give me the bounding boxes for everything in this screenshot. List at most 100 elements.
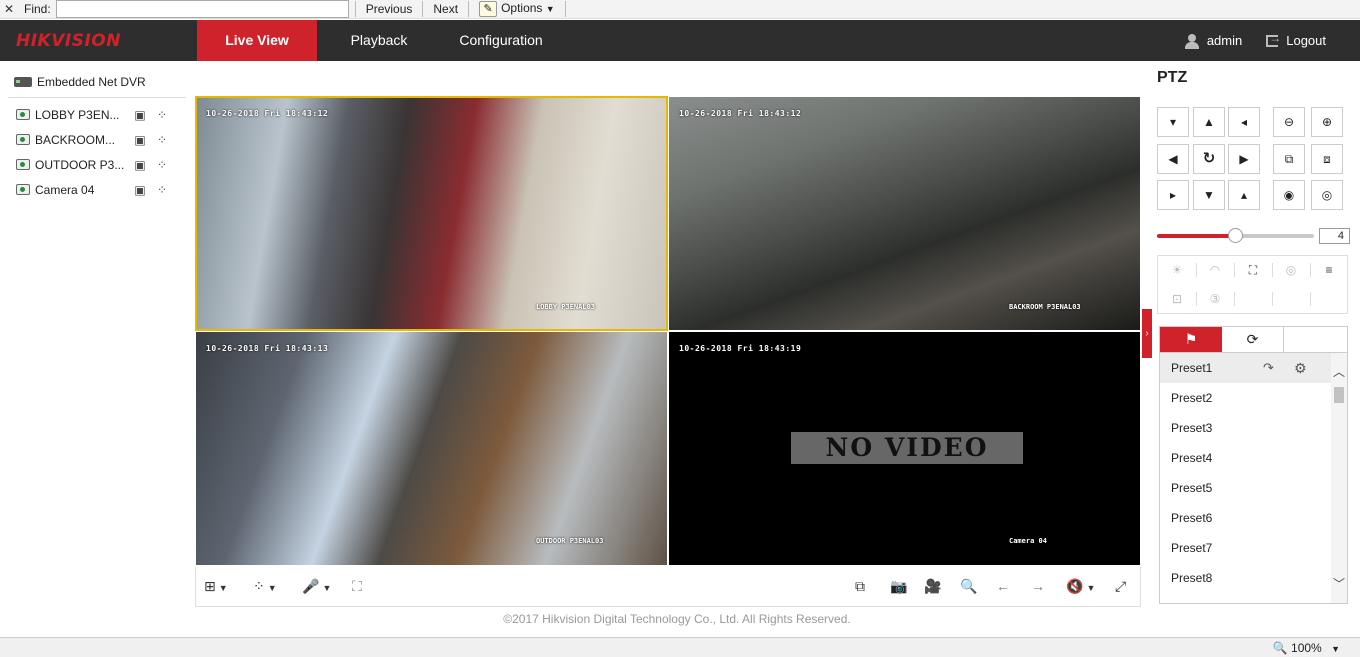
- pan-down-right-button[interactable]: ▴: [1228, 180, 1260, 210]
- ptz-icon[interactable]: ⁘: [155, 133, 169, 147]
- record-icon[interactable]: ▣: [133, 158, 147, 172]
- manual-track-icon[interactable]: ⊡: [1158, 285, 1196, 313]
- collapse-panel-button[interactable]: ›: [1142, 309, 1152, 358]
- divider: [1310, 292, 1311, 306]
- close-find-icon[interactable]: ✕: [0, 2, 18, 16]
- camera-item[interactable]: BACKROOM... ▣ ⁘: [0, 127, 186, 152]
- zoom-in-icon[interactable]: ⊕: [1311, 107, 1343, 137]
- record-icon[interactable]: ▣: [133, 133, 147, 147]
- preset-item[interactable]: Preset3: [1160, 413, 1332, 443]
- camera-item[interactable]: Camera 04 ▣ ⁘: [0, 177, 186, 202]
- zoom-control[interactable]: 🔍 100% ▼: [1273, 641, 1340, 655]
- call-preset-icon[interactable]: ↷: [1263, 353, 1274, 383]
- snapshot-icon[interactable]: 📷: [890, 577, 907, 595]
- wiper-icon[interactable]: ◠: [1196, 256, 1234, 284]
- find-input[interactable]: [55, 0, 349, 18]
- top-navigation: HIKVISION Live View Playback Configurati…: [0, 20, 1360, 61]
- preset-list: Preset1 ↷ ⚙ Preset2 Preset3 Preset4 Pres…: [1159, 352, 1348, 604]
- pan-right-button[interactable]: ▶: [1228, 144, 1260, 174]
- next-page-icon[interactable]: →: [1031, 577, 1045, 595]
- ptz-icon[interactable]: ⁘: [155, 108, 169, 122]
- tab-playback[interactable]: Playback: [330, 20, 428, 61]
- layout-icon[interactable]: ⊞ ▼: [204, 577, 228, 595]
- prev-page-icon[interactable]: ←: [996, 577, 1010, 595]
- gear-icon[interactable]: ⚙: [1294, 353, 1307, 383]
- record-icon[interactable]: 🎥: [924, 577, 941, 595]
- ptz-speed-slider[interactable]: [1157, 228, 1314, 244]
- preset-item[interactable]: Preset1 ↷ ⚙: [1160, 353, 1332, 383]
- tab-pattern[interactable]: [1284, 327, 1347, 352]
- tile-camera-label: Camera 04: [1009, 537, 1047, 545]
- scrollbar-thumb[interactable]: [1334, 387, 1344, 403]
- device-name: Embedded Net DVR: [37, 75, 146, 89]
- tab-live-view[interactable]: Live View: [197, 20, 317, 61]
- previous-button[interactable]: Previous: [362, 2, 417, 16]
- tile-camera-label: OUTDOOR P3ENAL03: [536, 537, 604, 545]
- next-button[interactable]: Next: [429, 2, 462, 16]
- menu-icon[interactable]: ≡: [1310, 256, 1348, 284]
- camera-name: BACKROOM...: [35, 132, 116, 147]
- pan-left-button[interactable]: ◀: [1157, 144, 1189, 174]
- slider-handle[interactable]: [1228, 228, 1243, 243]
- zoom-level: 100%: [1291, 641, 1322, 655]
- device-node[interactable]: Embedded Net DVR: [0, 70, 186, 94]
- brand-logo: HIKVISION: [16, 31, 121, 51]
- preset-item[interactable]: Preset5: [1160, 473, 1332, 503]
- microphone-icon[interactable]: 🎤 ▼: [302, 577, 331, 595]
- preset-item[interactable]: Preset2: [1160, 383, 1332, 413]
- auto-scan-button[interactable]: ↻: [1193, 144, 1225, 174]
- video-tile-lobby[interactable]: 10-26-2018 Fri 18:43:12 LOBBY P3ENAL03: [195, 96, 668, 331]
- ptz-aux-functions: ☀ ◠ ⛶ ◎ ≡ ⊡ ③: [1157, 255, 1348, 314]
- fullscreen-grid-icon[interactable]: ⛶: [352, 577, 362, 595]
- copyright-text: ©2017 Hikvision Digital Technology Co., …: [503, 612, 851, 626]
- ptz-icon[interactable]: ⁘ ▼: [253, 577, 277, 595]
- 3d-zoom-icon[interactable]: ③: [1196, 285, 1234, 313]
- tab-patrol[interactable]: ⟳: [1222, 327, 1284, 352]
- ptz-icon[interactable]: ⁘: [155, 158, 169, 172]
- pan-up-button[interactable]: ▲: [1193, 107, 1225, 137]
- find-bar: ✕ Find: Previous Next ✎ Options ▼: [0, 0, 1360, 19]
- preset-scrollbar[interactable]: ︿ ﹀: [1331, 353, 1347, 603]
- flag-icon: ⚑: [1184, 331, 1198, 347]
- user-area: admin Logout: [1184, 20, 1326, 61]
- video-tile-camera-04[interactable]: 10-26-2018 Fri 18:43:19 NO VIDEO Camera …: [669, 332, 1140, 565]
- mute-icon[interactable]: 🔇 ▼: [1066, 577, 1095, 595]
- logout-link[interactable]: Logout: [1286, 33, 1326, 48]
- fullscreen-icon[interactable]: ⤢: [1115, 577, 1126, 595]
- preset-item[interactable]: Preset6: [1160, 503, 1332, 533]
- record-icon[interactable]: ▣: [133, 183, 147, 197]
- video-tile-backroom[interactable]: 10-26-2018 Fri 18:43:12 BACKROOM P3ENAL0…: [669, 97, 1140, 330]
- auto-focus-icon[interactable]: ⛶: [1234, 256, 1272, 284]
- zoom-in-icon[interactable]: 🔍: [960, 577, 977, 595]
- divider: [1234, 292, 1235, 306]
- pan-down-button[interactable]: ▼: [1193, 180, 1225, 210]
- iris-close-icon[interactable]: ◎: [1311, 180, 1343, 210]
- options-button[interactable]: ✎ Options ▼: [475, 1, 559, 17]
- record-icon[interactable]: ▣: [133, 108, 147, 122]
- speed-value: 4: [1319, 228, 1350, 244]
- ptz-icon[interactable]: ⁘: [155, 183, 169, 197]
- focus-far-icon[interactable]: ⧈: [1311, 144, 1343, 174]
- logout-icon[interactable]: [1266, 31, 1281, 47]
- video-tile-outdoor[interactable]: 10-26-2018 Fri 18:43:13 OUTDOOR P3ENAL03: [196, 332, 667, 565]
- camera-item[interactable]: OUTDOOR P3... ▣ ⁘: [0, 152, 186, 177]
- preset-item[interactable]: Preset4: [1160, 443, 1332, 473]
- pan-up-left-button[interactable]: ▾: [1157, 107, 1189, 137]
- lens-init-icon[interactable]: ◎: [1272, 256, 1310, 284]
- camera-name: OUTDOOR P3...: [35, 157, 125, 172]
- light-icon[interactable]: ☀: [1158, 256, 1196, 284]
- chevron-up-icon[interactable]: ︿: [1331, 363, 1347, 380]
- preset-item[interactable]: Preset8: [1160, 563, 1332, 593]
- pan-up-right-button[interactable]: ◂: [1228, 107, 1260, 137]
- tab-configuration[interactable]: Configuration: [444, 20, 558, 61]
- zoom-out-icon[interactable]: ⊖: [1273, 107, 1305, 137]
- capture-all-icon[interactable]: ⧉: [855, 577, 865, 595]
- patrol-icon: ⟳: [1246, 331, 1259, 347]
- iris-open-icon[interactable]: ◉: [1273, 180, 1305, 210]
- focus-near-icon[interactable]: ⧉: [1273, 144, 1305, 174]
- camera-item[interactable]: LOBBY P3EN... ▣ ⁘: [0, 102, 186, 127]
- preset-item[interactable]: Preset7: [1160, 533, 1332, 563]
- pan-down-left-button[interactable]: ▸: [1157, 180, 1189, 210]
- chevron-down-icon[interactable]: ﹀: [1331, 575, 1347, 592]
- tab-presets[interactable]: ⚑: [1160, 327, 1222, 352]
